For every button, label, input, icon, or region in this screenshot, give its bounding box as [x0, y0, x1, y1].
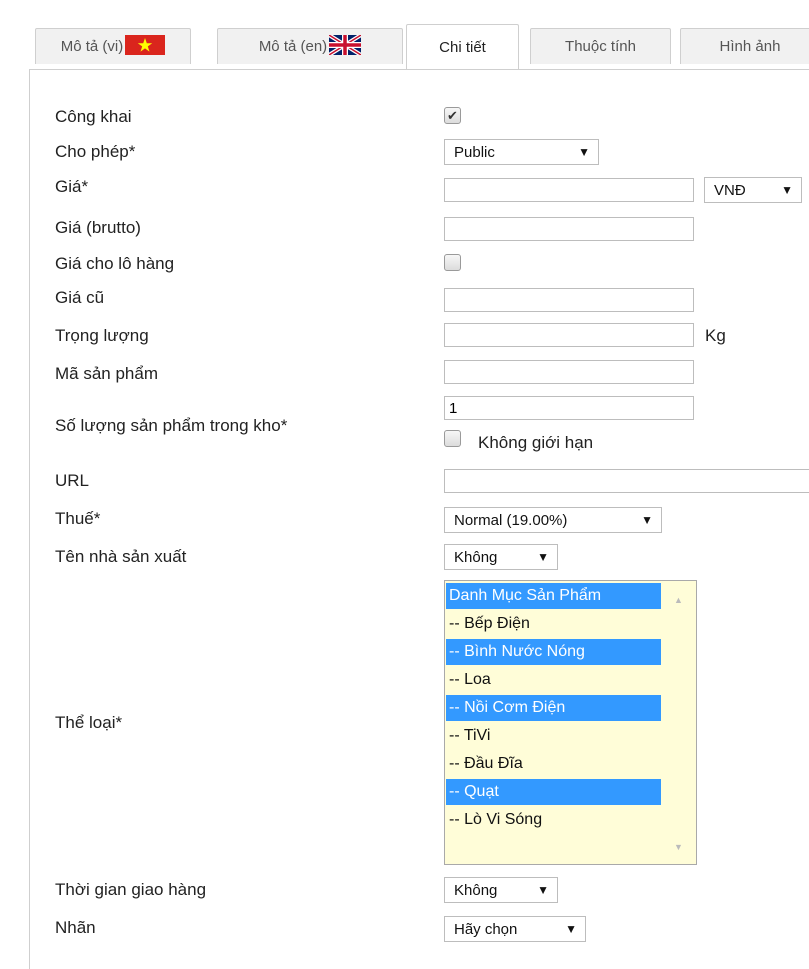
category-option[interactable]: -- Quạt — [446, 779, 661, 805]
url-label: URL — [55, 471, 90, 490]
price-label: Giá* — [55, 177, 89, 196]
currency-value: VNĐ — [714, 181, 746, 199]
listbox-scrollbar[interactable]: ▲ ▼ — [665, 581, 696, 864]
dropdown-arrow-icon: ▼ — [781, 183, 793, 197]
tab-details[interactable]: Chi tiết — [406, 24, 519, 69]
category-option[interactable]: -- Bình Nước Nóng — [446, 639, 661, 665]
sku-input[interactable] — [444, 360, 694, 384]
check-icon: ✔ — [447, 108, 458, 123]
stock-input[interactable] — [444, 396, 694, 420]
badge-label: Nhãn — [55, 918, 96, 937]
permission-label: Cho phép* — [55, 142, 136, 161]
category-option[interactable]: -- Loa — [446, 667, 661, 693]
uk-flag-icon — [328, 32, 363, 59]
dropdown-arrow-icon: ▼ — [641, 513, 653, 527]
price-gross-label: Giá (brutto) — [55, 218, 141, 237]
manufacturer-label: Tên nhà sản xuất — [55, 547, 187, 566]
public-label: Công khai — [55, 107, 132, 126]
tab-description-vi[interactable]: Mô tả (vi) — [35, 28, 191, 64]
category-label: Thể loại* — [55, 713, 123, 732]
category-option[interactable]: -- Đầu Đĩa — [446, 751, 661, 777]
dropdown-arrow-icon: ▼ — [537, 550, 549, 564]
permission-select[interactable]: Public ▼ — [444, 139, 599, 165]
manufacturer-value: Không — [454, 548, 498, 566]
currency-select[interactable]: VNĐ ▼ — [704, 177, 802, 203]
delivery-time-label: Thời gian giao hàng — [55, 880, 207, 899]
category-option[interactable]: -- TiVi — [446, 723, 661, 749]
public-checkbox[interactable]: ✔ — [444, 107, 461, 124]
tab-bar: Mô tả (vi) Mô tả (en) Chi tiết Thuộc tín… — [29, 22, 809, 69]
category-option[interactable]: Danh Mục Sản Phẩm — [446, 583, 661, 609]
tax-label: Thuế* — [55, 509, 101, 528]
price-input[interactable] — [444, 178, 694, 202]
scroll-down-icon[interactable]: ▼ — [674, 842, 683, 852]
tab-label: Hình ảnh — [719, 38, 781, 55]
unlimited-label: Không giới hạn — [478, 433, 594, 452]
category-listbox[interactable]: Danh Mục Sản Phẩm -- Bếp Điện -- Bình Nư… — [444, 580, 697, 865]
old-price-input[interactable] — [444, 288, 694, 312]
vietnam-flag-icon — [125, 34, 166, 59]
weight-label: Trọng lượng — [55, 326, 149, 345]
dropdown-arrow-icon: ▼ — [578, 145, 590, 159]
scroll-up-icon[interactable]: ▲ — [674, 595, 683, 605]
tab-label: Thuộc tính — [565, 38, 636, 55]
category-option[interactable]: -- Lò Vi Sóng — [446, 807, 661, 833]
category-option[interactable]: -- Nồi Cơm Điện — [446, 695, 661, 721]
url-input[interactable] — [444, 469, 809, 493]
tab-label: Mô tả (vi) — [60, 38, 124, 55]
permission-value: Public — [454, 143, 495, 161]
unlimited-checkbox[interactable] — [444, 430, 461, 447]
bulk-price-checkbox[interactable] — [444, 254, 461, 271]
stock-label: Số lượng sản phẩm trong kho* — [55, 416, 288, 435]
bulk-price-label: Giá cho lô hàng — [55, 254, 175, 273]
manufacturer-select[interactable]: Không ▼ — [444, 544, 558, 570]
category-option[interactable]: -- Bếp Điện — [446, 611, 661, 637]
weight-unit: Kg — [705, 326, 726, 345]
dropdown-arrow-icon: ▼ — [537, 883, 549, 897]
tax-value: Normal (19.00%) — [454, 511, 568, 529]
tab-images[interactable]: Hình ảnh — [680, 28, 809, 64]
delivery-time-value: Không — [454, 881, 498, 899]
weight-input[interactable] — [444, 323, 694, 347]
tab-label: Mô tả (en) — [258, 38, 328, 55]
tab-label: Chi tiết — [439, 38, 486, 56]
tab-attributes[interactable]: Thuộc tính — [530, 28, 671, 64]
tax-select[interactable]: Normal (19.00%) ▼ — [444, 507, 662, 533]
price-gross-input[interactable] — [444, 217, 694, 241]
delivery-time-select[interactable]: Không ▼ — [444, 877, 558, 903]
badge-select[interactable]: Hãy chọn ▼ — [444, 916, 586, 942]
tab-description-en[interactable]: Mô tả (en) — [217, 28, 403, 64]
old-price-label: Giá cũ — [55, 288, 105, 307]
dropdown-arrow-icon: ▼ — [565, 922, 577, 936]
badge-value: Hãy chọn — [454, 920, 518, 938]
sku-label: Mã sản phẩm — [55, 364, 158, 383]
